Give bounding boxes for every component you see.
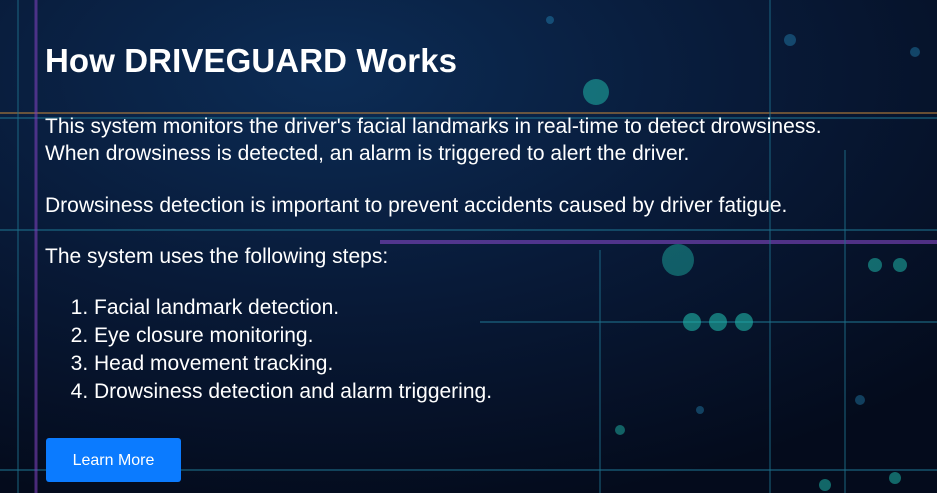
step-item: Drowsiness detection and alarm triggerin… bbox=[94, 378, 935, 406]
steps-intro: The system uses the following steps: bbox=[45, 245, 389, 268]
intro-line-2: When drowsiness is detected, an alarm is… bbox=[45, 142, 690, 165]
step-item: Facial landmark detection. bbox=[94, 294, 935, 322]
learn-more-button[interactable]: Learn More bbox=[46, 438, 181, 482]
intro-line-1: This system monitors the driver's facial… bbox=[45, 115, 822, 138]
step-item: Eye closure monitoring. bbox=[94, 322, 935, 350]
importance-paragraph: Drowsiness detection is important to pre… bbox=[45, 194, 788, 217]
intro-paragraph: This system monitors the driver's facial… bbox=[45, 113, 935, 167]
how-it-works-section: How DRIVEGUARD Works This system monitor… bbox=[45, 40, 935, 482]
step-item: Head movement tracking. bbox=[94, 350, 935, 378]
section-title: How DRIVEGUARD Works bbox=[45, 42, 458, 79]
steps-list: Facial landmark detection. Eye closure m… bbox=[45, 294, 935, 406]
